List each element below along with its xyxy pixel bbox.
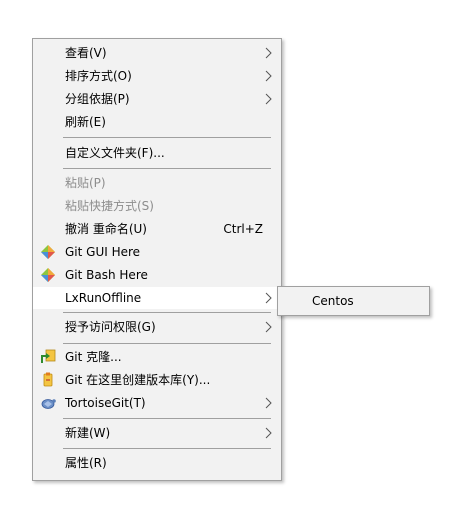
menu-item-lxrunoffline[interactable]: LxRunOffline — [33, 287, 281, 309]
git-clone-icon — [41, 349, 56, 363]
menu-item-label: 授予访问权限(G) — [65, 320, 156, 334]
menu-item-label: 粘贴快捷方式(S) — [65, 199, 154, 213]
menu-item-git-clone[interactable]: Git 克隆... — [33, 346, 281, 368]
menu-separator — [63, 418, 271, 419]
menu-item-label: 撤消 重命名(U) — [65, 222, 147, 236]
menu-item-paste-shortcut[interactable]: 粘贴快捷方式(S) — [33, 195, 281, 217]
menu-item-tortoisegit[interactable]: TortoiseGit(T) — [33, 392, 281, 414]
menu-item-git-create-repo[interactable]: Git 在这里创建版本库(Y)... — [33, 369, 281, 391]
menu-item-undo-rename[interactable]: 撤消 重命名(U) Ctrl+Z — [33, 218, 281, 240]
menu-separator — [63, 448, 271, 449]
menu-item-label: 粘贴(P) — [65, 176, 106, 190]
menu-separator — [63, 137, 271, 138]
chevron-right-icon — [265, 397, 272, 409]
submenu-item-centos[interactable]: Centos — [278, 287, 429, 315]
menu-item-label: Git GUI Here — [65, 245, 141, 259]
menu-item-refresh[interactable]: 刷新(E) — [33, 111, 281, 133]
context-menu: 查看(V) 排序方式(O) 分组依据(P) 刷新(E) 自定义文件夹(F)...… — [32, 38, 282, 481]
menu-item-label: Git 克隆... — [65, 350, 122, 364]
shortcut-label: Ctrl+Z — [223, 222, 263, 236]
menu-item-label: 分组依据(P) — [65, 92, 130, 106]
git-diamond-icon — [41, 245, 55, 259]
menu-item-label: 属性(R) — [65, 456, 107, 470]
menu-separator — [63, 312, 271, 313]
chevron-right-icon — [265, 427, 272, 439]
menu-item-grant-access[interactable]: 授予访问权限(G) — [33, 316, 281, 338]
chevron-right-icon — [265, 321, 272, 333]
menu-item-git-bash[interactable]: Git Bash Here — [33, 264, 281, 286]
menu-item-customize-folder[interactable]: 自定义文件夹(F)... — [33, 142, 281, 164]
menu-item-label: 查看(V) — [65, 46, 107, 60]
menu-item-label: 新建(W) — [65, 426, 111, 440]
chevron-right-icon — [265, 292, 272, 304]
menu-item-label: 刷新(E) — [65, 115, 106, 129]
menu-item-label: Git 在这里创建版本库(Y)... — [65, 373, 211, 387]
menu-item-sort-by[interactable]: 排序方式(O) — [33, 65, 281, 87]
lxrunoffline-submenu: Centos — [277, 286, 430, 316]
menu-item-paste[interactable]: 粘贴(P) — [33, 172, 281, 194]
tortoisegit-icon — [41, 399, 56, 409]
menu-item-view[interactable]: 查看(V) — [33, 42, 281, 64]
menu-item-group-by[interactable]: 分组依据(P) — [33, 88, 281, 110]
menu-item-git-gui[interactable]: Git GUI Here — [33, 241, 281, 263]
menu-separator — [63, 168, 271, 169]
menu-item-label: LxRunOffline — [65, 291, 142, 305]
menu-item-label: Centos — [312, 294, 354, 308]
menu-item-label: 排序方式(O) — [65, 69, 132, 83]
menu-separator — [63, 343, 271, 344]
menu-item-label: Git Bash Here — [65, 268, 148, 282]
menu-item-label: 自定义文件夹(F)... — [65, 146, 165, 160]
menu-item-label: TortoiseGit(T) — [65, 396, 146, 410]
chevron-right-icon — [265, 70, 272, 82]
chevron-right-icon — [265, 47, 272, 59]
chevron-right-icon — [265, 93, 272, 105]
menu-item-new[interactable]: 新建(W) — [33, 422, 281, 444]
git-diamond-icon — [41, 268, 55, 282]
git-create-repo-icon — [43, 372, 53, 387]
menu-item-properties[interactable]: 属性(R) — [33, 452, 281, 474]
